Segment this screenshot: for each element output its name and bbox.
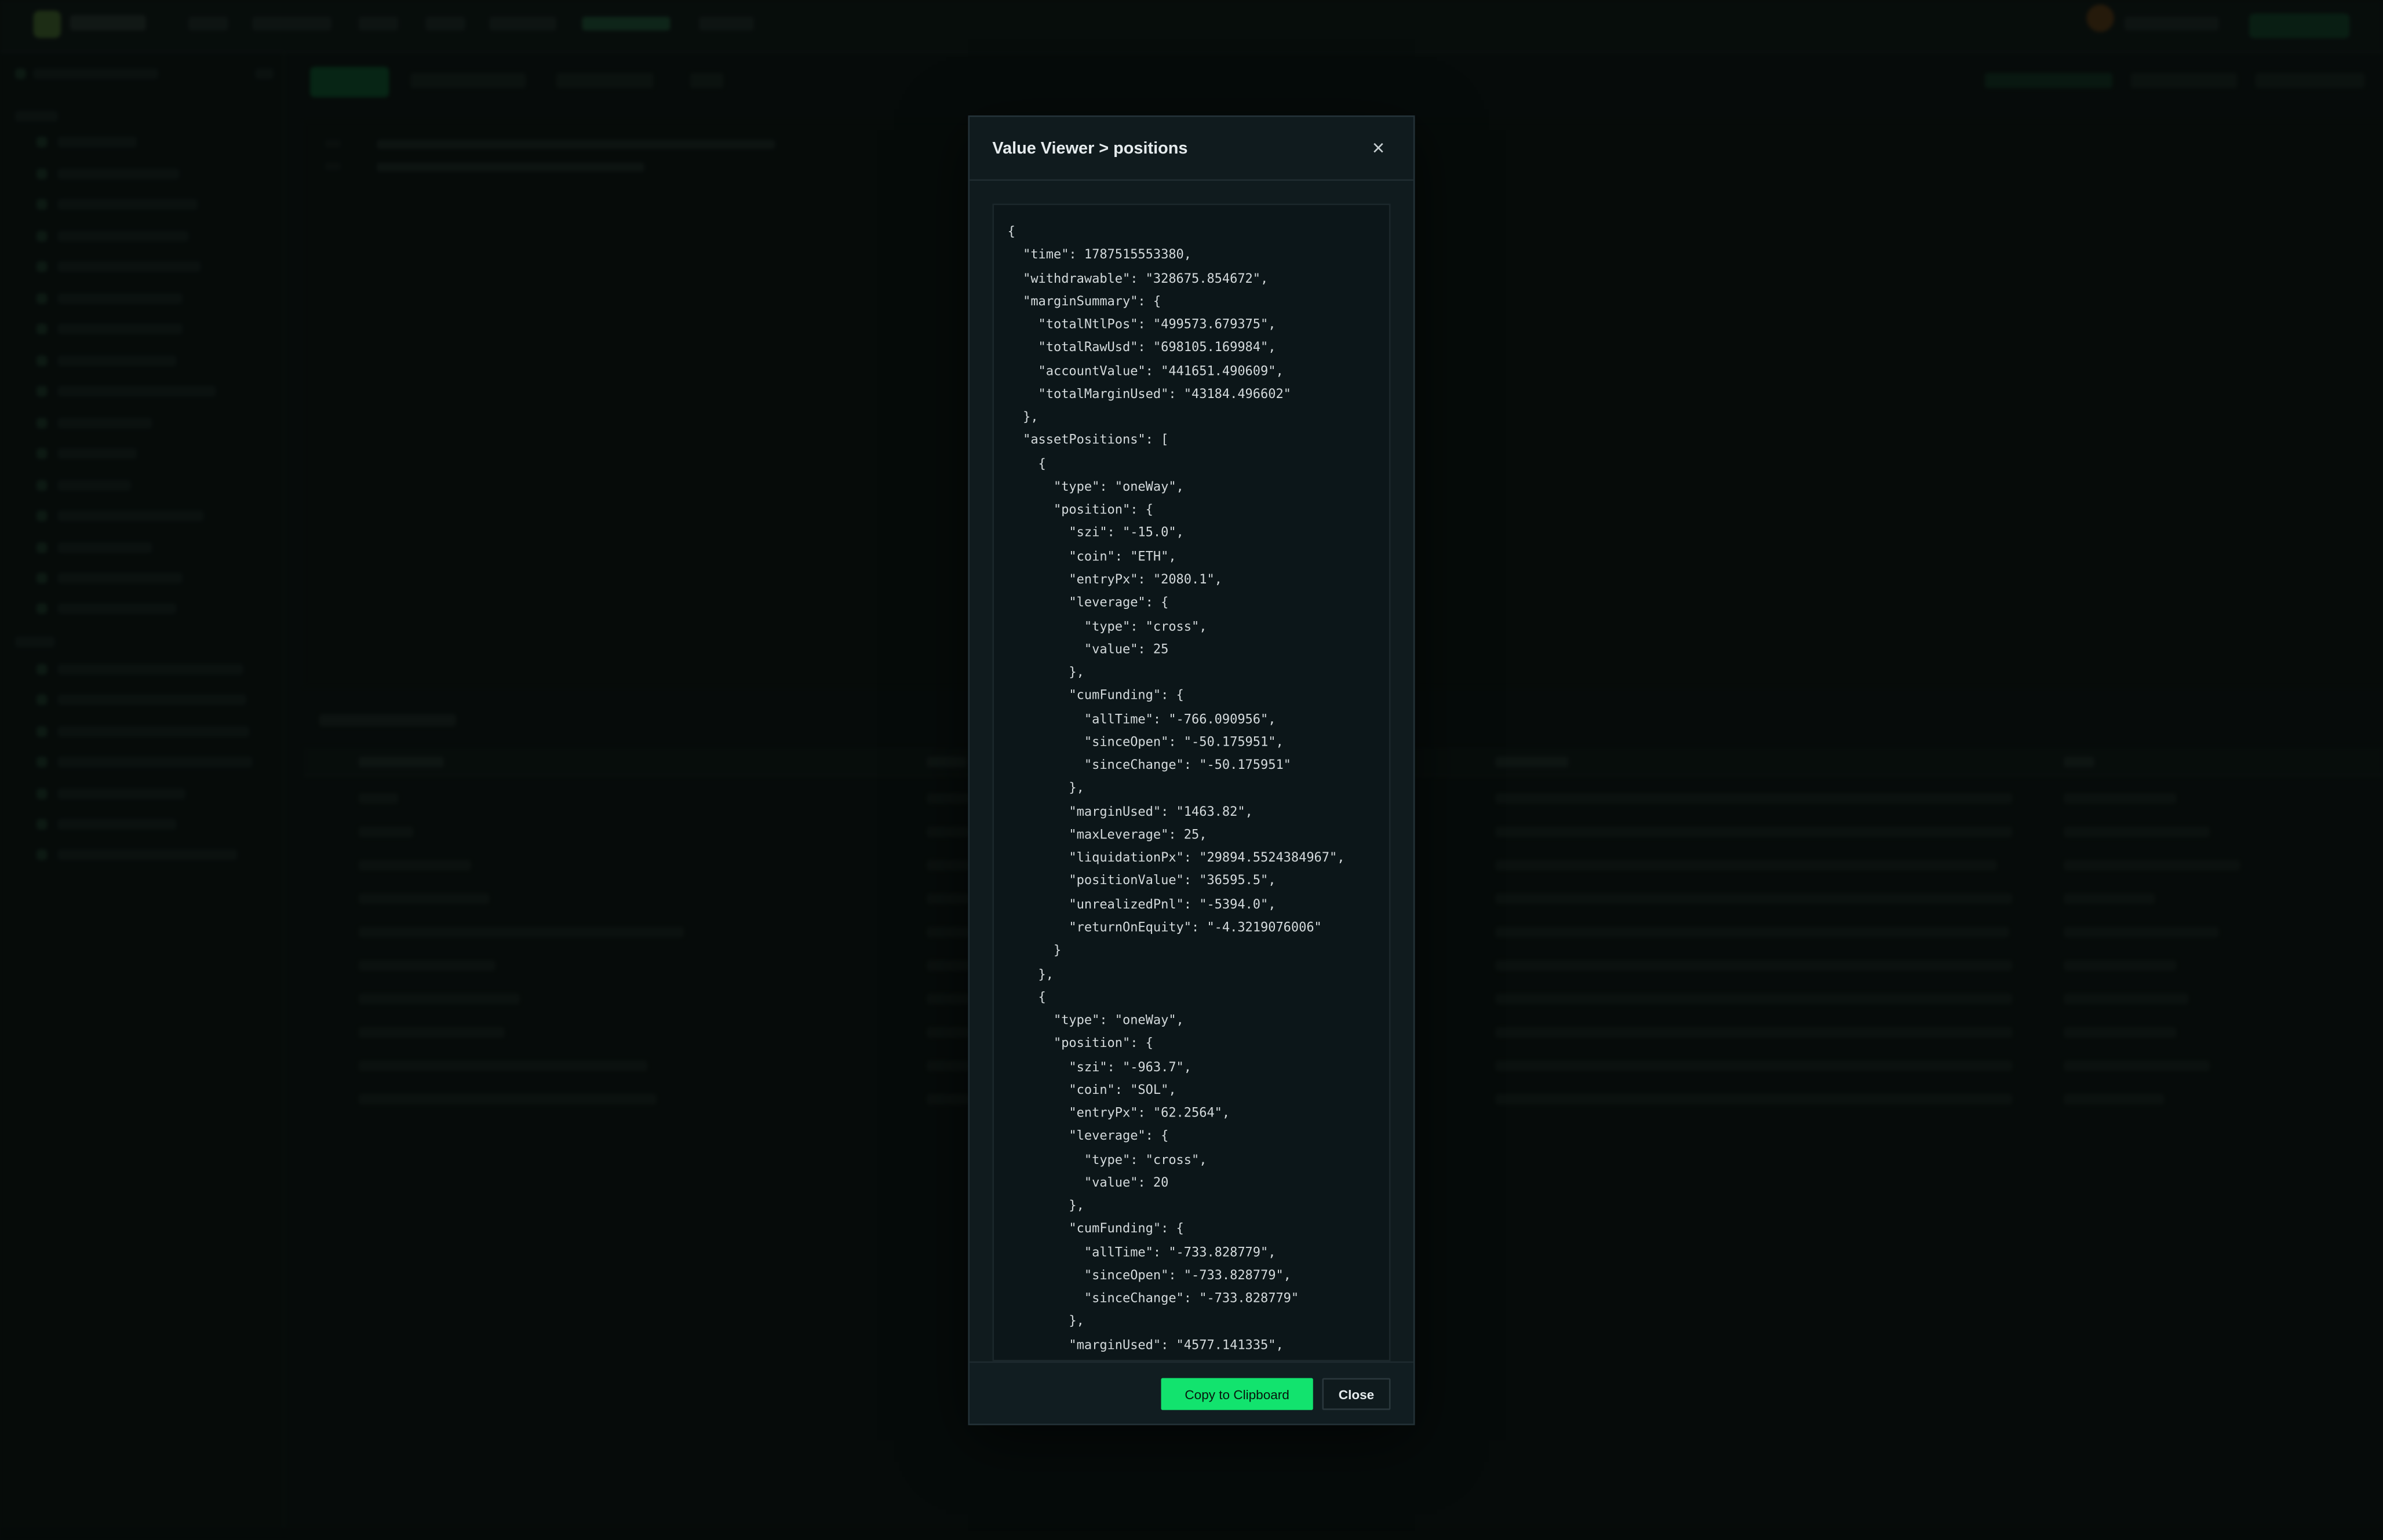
close-icon[interactable]: × <box>1365 134 1392 161</box>
app-window: Value Viewer > positions × { "time": 178… <box>0 0 2383 1540</box>
modal-title: Value Viewer > positions <box>992 140 1188 158</box>
close-button[interactable]: Close <box>1322 1378 1391 1410</box>
modal-footer: Copy to Clipboard Close <box>970 1361 1413 1424</box>
json-viewer[interactable]: { "time": 1787515553380, "withdrawable":… <box>992 203 1391 1362</box>
value-viewer-modal: Value Viewer > positions × { "time": 178… <box>968 115 1415 1425</box>
json-content: { "time": 1787515553380, "withdrawable":… <box>1007 223 1345 1352</box>
copy-to-clipboard-button[interactable]: Copy to Clipboard <box>1161 1378 1313 1410</box>
modal-header: Value Viewer > positions × <box>970 117 1413 181</box>
